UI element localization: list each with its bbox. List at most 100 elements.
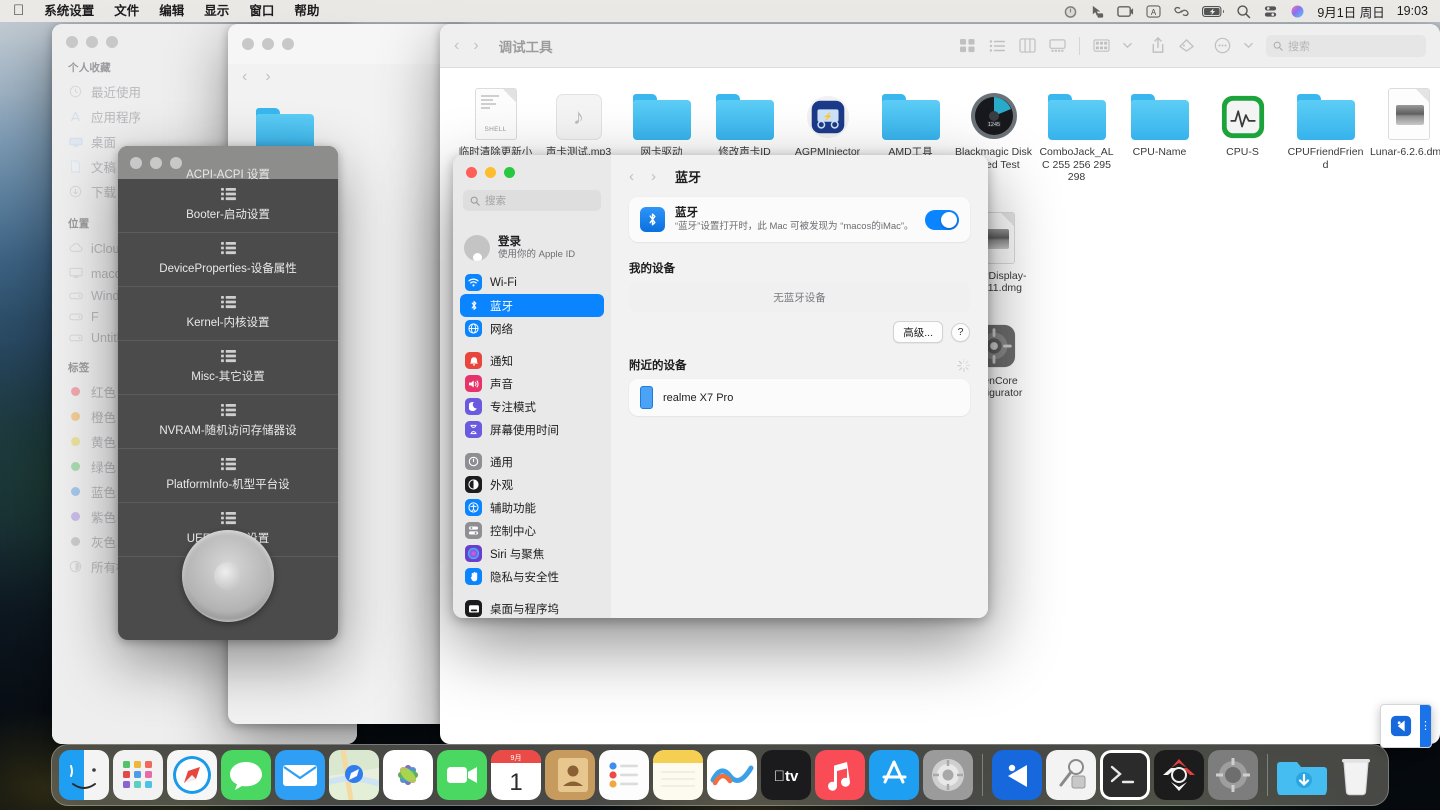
sidebar-item-desktop-dock[interactable]: 桌面与程序坞: [460, 597, 604, 618]
dock-item-appletv[interactable]: tv: [761, 750, 811, 800]
minimize-button[interactable]: [485, 167, 496, 178]
dock-item-reminders[interactable]: [599, 750, 649, 800]
file-item[interactable]: CPU-Name: [1118, 80, 1201, 184]
dock-item-hackintool[interactable]: [1046, 750, 1096, 800]
menu-item-app[interactable]: 系统设置: [34, 0, 104, 22]
advanced-button[interactable]: 高级...: [893, 321, 943, 343]
menu-item-edit[interactable]: 编辑: [149, 0, 194, 22]
nearby-device-row[interactable]: realme X7 Pro: [629, 379, 970, 416]
siri-icon[interactable]: [1290, 4, 1305, 19]
cursor-record-icon[interactable]: [1090, 4, 1105, 19]
dock-item-trash[interactable]: [1331, 750, 1381, 800]
system-settings-window[interactable]: 搜索 登录 使用你的 Apple ID Wi-Fi 蓝牙 网络 通知 声音 专注模式 屏幕使…: [453, 155, 988, 618]
dock-item-terminal[interactable]: [1100, 750, 1150, 800]
sidebar-item-focus[interactable]: 专注模式: [460, 395, 604, 418]
opencore-tab-item[interactable]: Booter-启动设置: [118, 179, 338, 233]
file-item[interactable]: CPU-S: [1201, 80, 1284, 184]
back-button-middle[interactable]: ‹: [242, 68, 247, 86]
forward-button-middle[interactable]: ›: [265, 68, 270, 86]
more-actions-icon[interactable]: [1214, 37, 1231, 54]
control-center-icon[interactable]: [1263, 4, 1278, 19]
group-by-icon[interactable]: [1093, 38, 1110, 53]
bluetooth-toggle-switch[interactable]: [925, 209, 959, 230]
dock-item-maps[interactable]: [329, 750, 379, 800]
stopwatch-icon[interactable]: [1063, 4, 1078, 19]
icon-view-icon[interactable]: [959, 38, 976, 53]
sidebar-item-siri-spotlight[interactable]: Siri 与聚焦: [460, 542, 604, 565]
chevron-down-icon[interactable]: [1123, 42, 1132, 49]
dock-item-messages[interactable]: [221, 750, 271, 800]
dock-item-launchpad[interactable]: [113, 750, 163, 800]
battery-icon[interactable]: [1202, 5, 1225, 17]
close-button[interactable]: [66, 36, 78, 48]
opencore-tab-item[interactable]: Misc-其它设置: [118, 341, 338, 395]
sidebar-item-wifi[interactable]: Wi-Fi: [460, 271, 604, 294]
help-button[interactable]: ?: [951, 322, 970, 342]
close-button[interactable]: [242, 38, 254, 50]
maximize-button[interactable]: [106, 36, 118, 48]
link-icon[interactable]: [1173, 5, 1190, 18]
apple-id-account-row[interactable]: 登录 使用你的 Apple ID: [453, 229, 611, 271]
input-source-a-icon[interactable]: A: [1146, 4, 1161, 18]
dock-item-opencore-configurator[interactable]: [1154, 750, 1204, 800]
opencore-active-tab[interactable]: ACPI-ACPI 设置: [118, 166, 338, 182]
window-controls-middle[interactable]: [242, 38, 294, 50]
file-item[interactable]: Lunar-6.2.6.dmg: [1367, 80, 1440, 184]
sidebar-item-sound[interactable]: 声音: [460, 372, 604, 395]
settings-sidebar-scroll[interactable]: 登录 使用你的 Apple ID Wi-Fi 蓝牙 网络 通知 声音 专注模式 屏幕使用时间…: [453, 229, 611, 618]
menu-item-help[interactable]: 帮助: [284, 0, 329, 22]
sidebar-item-bluetooth[interactable]: 蓝牙: [460, 294, 604, 317]
sidebar-item-appearance[interactable]: 外观: [460, 473, 604, 496]
dock-item-safari[interactable]: [167, 750, 217, 800]
menu-item-view[interactable]: 显示: [194, 0, 239, 22]
kebab-menu-icon[interactable]: ⋮: [1420, 705, 1431, 747]
dock[interactable]: 9月 1 tv: [51, 744, 1389, 806]
maximize-button[interactable]: [504, 167, 515, 178]
iina-icon[interactable]: [1381, 715, 1420, 737]
file-item[interactable]: CPUFriendFriend: [1284, 80, 1367, 184]
finder-search-field[interactable]: 搜索: [1266, 34, 1426, 57]
sidebar-item-privacy-security[interactable]: 隐私与安全性: [460, 565, 604, 588]
floating-mini-player-widget[interactable]: ⋮: [1380, 704, 1432, 748]
bluetooth-toggle-row[interactable]: 蓝牙 “蓝牙”设置打开时，此 Mac 可被发现为 “macos的iMac”。: [629, 197, 970, 242]
settings-back-button[interactable]: ‹: [629, 168, 634, 185]
minimize-button[interactable]: [262, 38, 274, 50]
opencore-tab-item[interactable]: PlatformInfo-机型平台设: [118, 449, 338, 503]
dock-item-photos[interactable]: [383, 750, 433, 800]
tag-icon[interactable]: [1178, 38, 1195, 53]
dock-item-notes[interactable]: [653, 750, 703, 800]
opencore-tab-item[interactable]: DeviceProperties-设备属性: [118, 233, 338, 287]
gallery-view-icon[interactable]: [1049, 38, 1066, 53]
sidebar-item-network[interactable]: 网络: [460, 317, 604, 340]
opencore-tab-item[interactable]: NVRAM-随机访问存储器设: [118, 395, 338, 449]
settings-search-input[interactable]: 搜索: [463, 190, 601, 211]
sidebar-item-general[interactable]: 通用: [460, 450, 604, 473]
dock-item-mail[interactable]: [275, 750, 325, 800]
window-controls-system-settings[interactable]: [453, 155, 611, 178]
list-view-icon[interactable]: [989, 39, 1006, 53]
menu-bar-date[interactable]: 9月1日 周日: [1317, 2, 1384, 21]
close-button[interactable]: [466, 167, 477, 178]
dock-item-music[interactable]: [815, 750, 865, 800]
dock-item-appstore[interactable]: [869, 750, 919, 800]
dock-item-facetime[interactable]: [437, 750, 487, 800]
spotlight-search-icon[interactable]: [1236, 4, 1251, 19]
dock-item-finder[interactable]: [59, 750, 109, 800]
dock-item-opencore-patcher[interactable]: [1208, 750, 1258, 800]
sidebar-item-accessibility[interactable]: 辅助功能: [460, 496, 604, 519]
share-icon[interactable]: [1151, 37, 1165, 54]
dock-item-contacts[interactable]: [545, 750, 595, 800]
column-view-icon[interactable]: [1019, 38, 1036, 53]
forward-button[interactable]: ›: [473, 37, 478, 55]
opencore-configurator-window[interactable]: ACPI-ACPI 设置 Booter-启动设置 DeviceProperties…: [118, 146, 338, 640]
menu-item-window[interactable]: 窗口: [239, 0, 284, 22]
opencore-tab-item[interactable]: Kernel-内核设置: [118, 287, 338, 341]
dock-item-iina[interactable]: [992, 750, 1042, 800]
dock-item-calendar[interactable]: 9月 1: [491, 750, 541, 800]
menu-item-file[interactable]: 文件: [104, 0, 149, 22]
settings-forward-button[interactable]: ›: [651, 168, 656, 185]
dock-item-downloads-folder[interactable]: [1277, 750, 1327, 800]
dock-item-freeform[interactable]: [707, 750, 757, 800]
file-item[interactable]: ComboJack_ALC 255 256 295 298: [1035, 80, 1118, 184]
sidebar-item-control-center[interactable]: 控制中心: [460, 519, 604, 542]
